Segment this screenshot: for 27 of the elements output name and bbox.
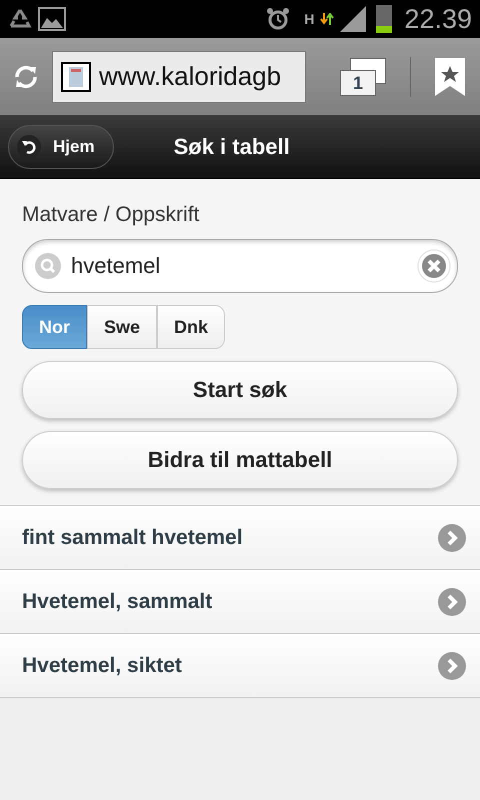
- country-tab[interactable]: Swe: [87, 305, 158, 349]
- result-item[interactable]: Hvetemel, sammalt: [0, 570, 480, 634]
- home-button[interactable]: Hjem: [8, 124, 114, 168]
- battery-icon: [376, 5, 392, 33]
- clock-time: 22.39: [404, 4, 472, 34]
- search-field[interactable]: hvetemel: [22, 239, 458, 293]
- page-title: Søk i tabell: [174, 134, 290, 160]
- chevron-right-icon: [438, 652, 466, 680]
- chevron-right-icon: [438, 524, 466, 552]
- country-tab[interactable]: Dnk: [157, 305, 226, 349]
- recycle-icon: [8, 8, 32, 30]
- data-arrows-icon: [320, 13, 334, 25]
- action-button[interactable]: Bidra til mattabell: [22, 431, 458, 489]
- alarm-clock-icon: [266, 7, 290, 31]
- page-favicon-icon: [61, 62, 91, 92]
- action-button[interactable]: Start søk: [22, 361, 458, 419]
- signal-icon: [340, 6, 368, 32]
- image-icon: [38, 7, 66, 31]
- search-icon: [35, 253, 61, 279]
- network-type: H: [304, 11, 314, 27]
- result-item[interactable]: fint sammalt hvetemel: [0, 506, 480, 570]
- clear-icon[interactable]: [417, 249, 451, 283]
- bookmark-star-icon[interactable]: [435, 58, 465, 96]
- result-item[interactable]: Hvetemel, siktet: [0, 634, 480, 698]
- address-field[interactable]: www.kaloridagb: [52, 50, 306, 102]
- field-label: Matvare / Oppskrift: [22, 203, 200, 227]
- chevron-right-icon: [438, 588, 466, 616]
